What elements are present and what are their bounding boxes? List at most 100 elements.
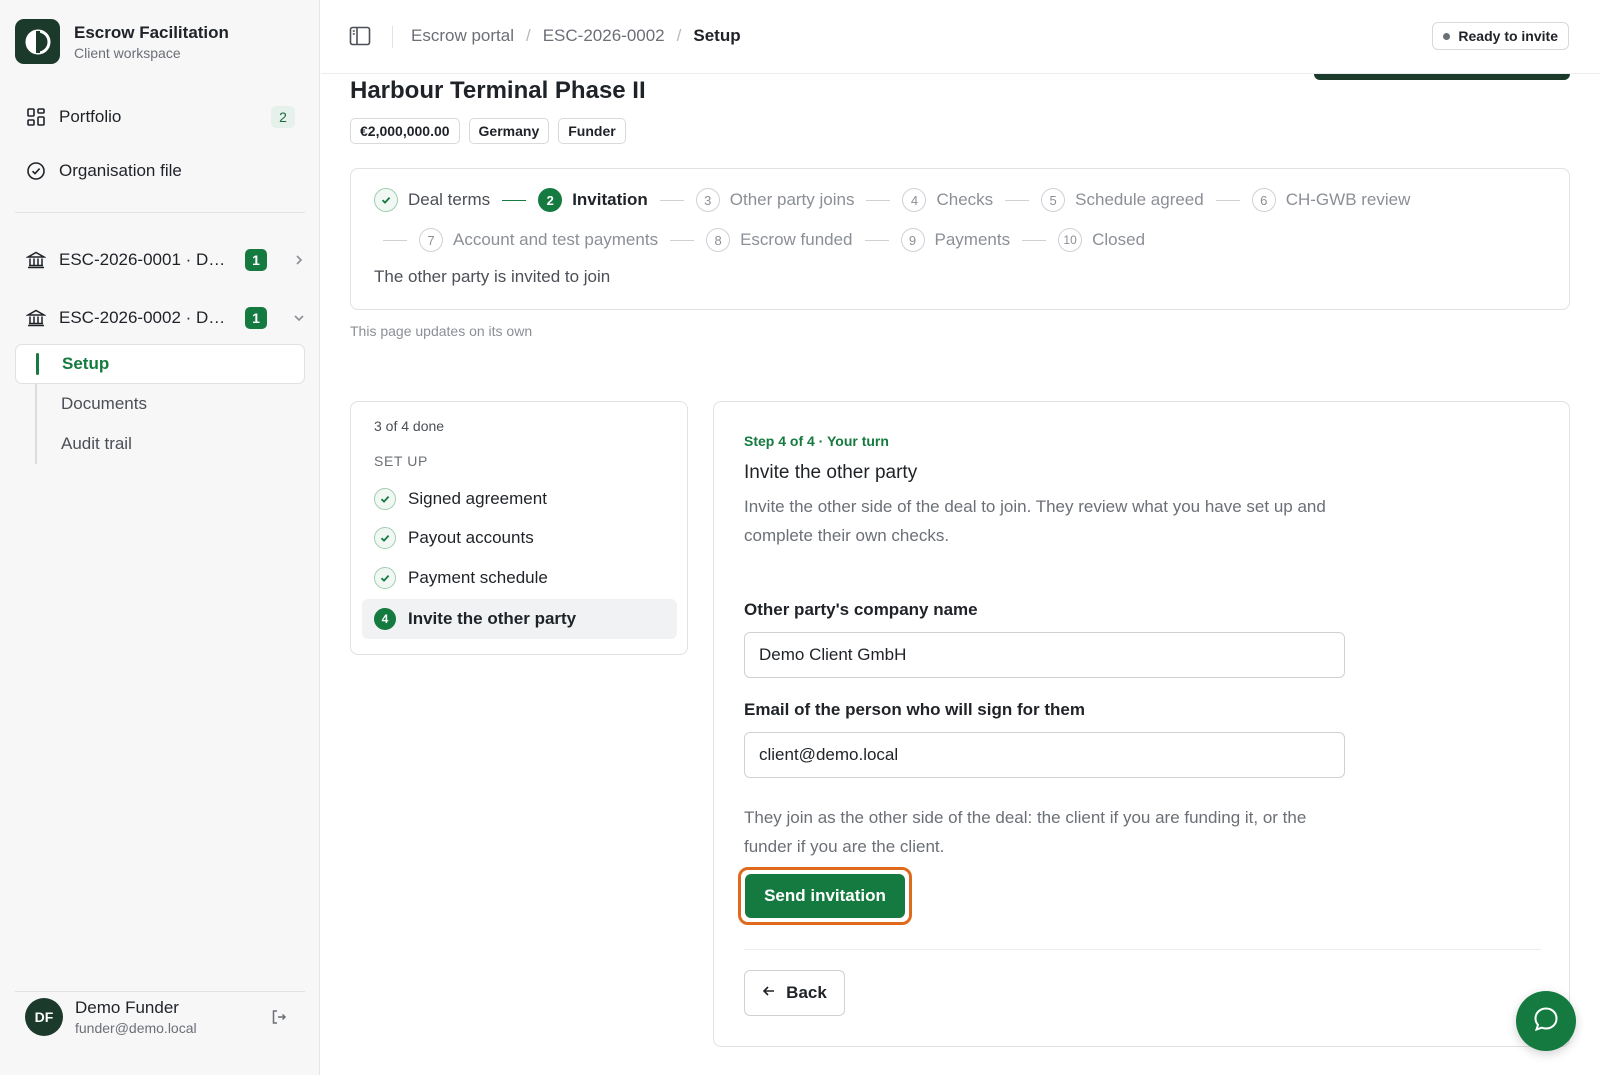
step-number: 7 (419, 228, 443, 252)
step-connector (866, 199, 891, 201)
step-label: Other party joins (729, 190, 855, 209)
status-dot-icon (1443, 32, 1451, 40)
chevron-down-icon[interactable] (289, 307, 309, 329)
breadcrumb-separator: / (525, 26, 531, 45)
topbar-separator (392, 26, 393, 48)
step-closed: 10 Closed (1058, 228, 1145, 252)
back-button-label: Back (786, 983, 827, 1002)
stepper-row-2: 7 Account and test payments 8 Escrow fun… (383, 228, 1145, 252)
chat-bubble-icon (1532, 1005, 1560, 1038)
step-checks: 4 Checks (902, 188, 993, 212)
sidebar-deal-esc-2026-0002[interactable]: ESC-2026-0002 · D… 1 (15, 298, 305, 338)
step-number: 9 (900, 228, 925, 252)
checklist-progress: 3 of 4 done (374, 418, 445, 434)
checklist-item-label: Invite the other party (408, 609, 577, 628)
form-divider (744, 949, 1541, 950)
checklist-item-signed-agreement[interactable]: Signed agreement (362, 479, 677, 519)
step-number: 8 (706, 228, 731, 252)
sidebar-item-organisation-file[interactable]: Organisation file (15, 151, 305, 191)
step-connector (864, 239, 889, 241)
breadcrumb-escrow-portal[interactable]: Escrow portal (411, 26, 514, 46)
check-icon (374, 567, 396, 589)
step-number: 3 (695, 188, 720, 212)
step-label: Schedule agreed (1075, 190, 1204, 209)
brand-subtitle: Client workspace (74, 44, 181, 61)
company-name-input[interactable] (744, 632, 1345, 678)
step-connector (659, 199, 684, 201)
step-connector (670, 239, 695, 241)
top-bar: Escrow portal / ESC-2026-0002 / Setup Re… (321, 0, 1600, 74)
step-schedule-agreed: 5 Schedule agreed (1041, 188, 1204, 212)
subnav-item-documents[interactable]: Documents (15, 384, 305, 424)
checklist-item-payment-schedule[interactable]: Payment schedule (362, 558, 677, 598)
breadcrumb-current: Setup (693, 26, 741, 45)
check-icon (374, 527, 396, 549)
sidebar-item-portfolio[interactable]: Portfolio 2 (15, 97, 305, 137)
step-label: Invitation (572, 190, 648, 209)
step-connector (1022, 239, 1047, 241)
step-deal-terms: Deal terms (374, 188, 490, 212)
user-name: Demo Funder (75, 998, 179, 1017)
check-icon (374, 188, 398, 212)
bank-icon (25, 307, 47, 329)
form-note: They join as the other side of the deal:… (744, 808, 1307, 856)
page-title: Harbour Terminal Phase II (350, 77, 646, 104)
brand: Escrow Facilitation Client workspace (15, 19, 229, 64)
step-connector (1005, 199, 1030, 201)
form-description: Invite the other side of the deal to joi… (744, 497, 1326, 545)
checklist-item-invite-the-other-party[interactable]: 4 Invite the other party (362, 599, 677, 639)
step-eyebrow: Step 4 of 4 · Your turn (744, 433, 889, 449)
send-invitation-button[interactable]: Send invitation (745, 874, 905, 918)
step-number: 4 (374, 608, 396, 630)
step-connector (502, 199, 527, 201)
breadcrumb-deal[interactable]: ESC-2026-0002 (543, 26, 665, 46)
brand-logo-icon (15, 19, 60, 64)
auto-update-note: This page updates on its own (350, 323, 533, 339)
bank-icon (25, 249, 47, 271)
sidebar: Escrow Facilitation Client workspace Por… (0, 0, 320, 1075)
sidebar-divider (15, 212, 305, 213)
sidebar-deal-label: ESC-2026-0002 · D… (59, 308, 226, 327)
stepper-row-1: Deal terms 2 Invitation 3 Other party jo… (374, 188, 1410, 212)
step-ch-gwb-review: 6 CH-GWB review (1251, 188, 1411, 212)
form-title: Invite the other party (744, 462, 918, 483)
step-number: 6 (1251, 188, 1276, 212)
subnav-item-audit-trail[interactable]: Audit trail (15, 424, 305, 464)
signer-email-label: Email of the person who will sign for th… (744, 700, 1085, 719)
chat-button[interactable] (1516, 991, 1576, 1051)
sidebar-item-label: Organisation file (59, 161, 182, 180)
step-label: CH-GWB review (1285, 190, 1411, 209)
invite-form-card: Step 4 of 4 · Your turn Invite the other… (713, 401, 1570, 1047)
step-number: 10 (1058, 228, 1083, 252)
role-tag: Funder (558, 118, 626, 144)
checklist-item-label: Payout accounts (408, 528, 534, 547)
signer-email-input[interactable] (744, 732, 1345, 778)
arrow-left-icon (762, 983, 776, 1003)
step-number: 4 (902, 188, 927, 212)
setup-checklist: 3 of 4 done SET UP Signed agreement Payo… (350, 401, 688, 655)
step-label: Checks (936, 190, 994, 209)
sidebar-toggle-icon[interactable] (349, 26, 373, 48)
progress-stepper: Deal terms 2 Invitation 3 Other party jo… (350, 168, 1570, 310)
step-escrow-funded: 8 Escrow funded (706, 228, 853, 252)
step-label: Payments (934, 230, 1011, 249)
checklist-item-payout-accounts[interactable]: Payout accounts (362, 518, 677, 558)
brand-title: Escrow Facilitation (74, 22, 229, 42)
step-label: Deal terms (408, 190, 491, 209)
back-button[interactable]: Back (744, 970, 845, 1016)
step-payments: 9 Payments (900, 228, 1011, 252)
checklist-item-label: Signed agreement (408, 489, 547, 508)
breadcrumb-separator: / (676, 26, 682, 45)
subnav-item-setup[interactable]: Setup (15, 344, 305, 384)
sidebar-deal-label: ESC-2026-0001 · D… (59, 250, 226, 269)
step-label: Closed (1092, 230, 1146, 249)
send-invitation-highlight: Send invitation (738, 867, 912, 925)
step-connector (383, 239, 407, 241)
checklist-item-label: Payment schedule (408, 568, 548, 587)
sidebar-deal-esc-2026-0001[interactable]: ESC-2026-0001 · D… 1 (15, 240, 305, 280)
chevron-right-icon[interactable] (289, 249, 309, 271)
logout-icon[interactable] (268, 1006, 290, 1028)
status-badge: Ready to invite (1432, 22, 1569, 50)
check-circle-icon (25, 160, 47, 182)
step-connector (1215, 199, 1240, 201)
